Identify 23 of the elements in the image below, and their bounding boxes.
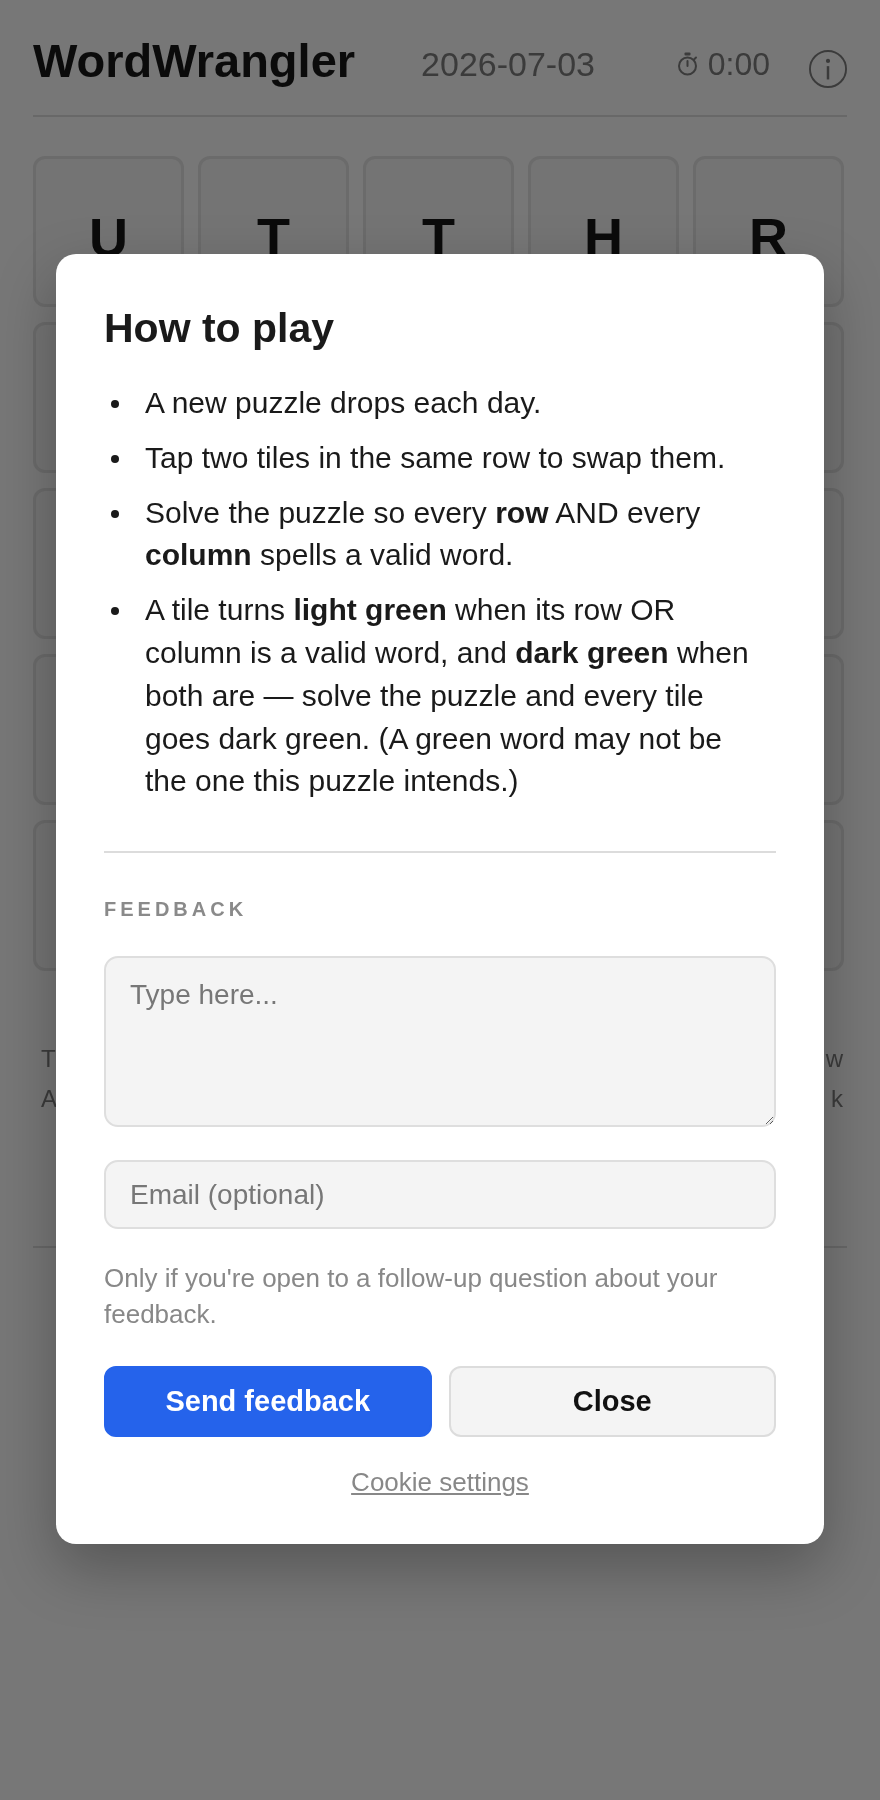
rule-text: Solve the puzzle so every row AND every column spells a valid word. xyxy=(145,494,702,574)
bullet-icon xyxy=(111,509,119,518)
dialog-title: How to play xyxy=(104,305,336,352)
rule-text: A new puzzle drops each day. xyxy=(145,385,542,421)
close-button[interactable]: Close xyxy=(448,1366,776,1438)
message-field[interactable]: Type here... xyxy=(104,956,776,1128)
bullet-icon xyxy=(111,454,119,463)
send-button[interactable]: Send feedback xyxy=(104,1366,432,1438)
app-title: WordWrangler xyxy=(33,34,356,87)
hint-text-fragment: w xyxy=(825,1044,843,1074)
cookie-settings-link[interactable]: Cookie settings xyxy=(351,1467,529,1498)
hint-text-fragment: k xyxy=(831,1084,843,1114)
timer-text: 0:00 xyxy=(707,45,770,84)
email-field[interactable]: Email (optional) xyxy=(104,1160,776,1230)
date-text: 2026-07-03 xyxy=(421,44,595,85)
bullet-icon xyxy=(111,607,119,616)
helper-text: Only if you're open to a follow-up question about your feedback. xyxy=(104,1262,719,1332)
rule-text: Tap two tiles in the same row to swap them. xyxy=(145,439,726,476)
rule-text: A tile turns light green when its row OR column is a valid word, and dark green when both are — solve the puzzle and every tile goes dark green. (A green word may not be the one this puzzle intends.) xyxy=(145,592,750,800)
bullet-icon xyxy=(111,400,119,408)
info-icon[interactable] xyxy=(809,49,847,88)
feedback-label: FEEDBACK xyxy=(104,897,249,922)
stopwatch-icon xyxy=(675,52,699,77)
